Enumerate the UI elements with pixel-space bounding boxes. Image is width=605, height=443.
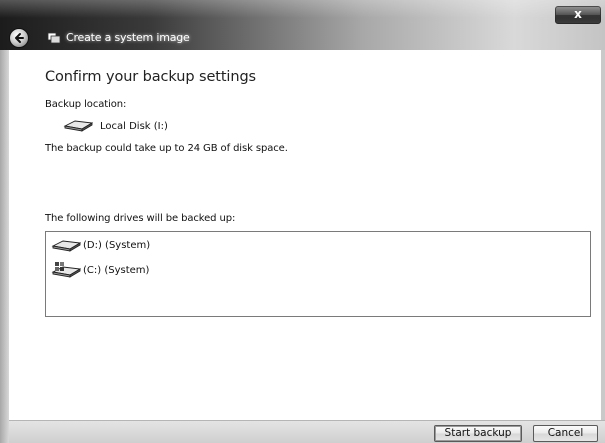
disk-space-note: The backup could take up to 24 GB of dis… [45, 143, 288, 154]
create-system-image-window: Create a system image x Confirm your bac… [0, 0, 605, 443]
hard-drive-icon [63, 120, 93, 132]
content-area: Confirm your backup settings Backup loca… [9, 50, 601, 420]
window-frame-left [0, 50, 9, 443]
button-bar: Start backup Cancel [9, 420, 605, 443]
backup-location-name: Local Disk (I:) [100, 120, 168, 132]
backup-location-label: Backup location: [45, 99, 127, 110]
drives-list-label: The following drives will be backed up: [45, 213, 236, 224]
drives-list: (D:) (System) (C:) (System) [45, 231, 591, 317]
page-heading: Confirm your backup settings [45, 69, 257, 85]
drive-item-c[interactable]: (C:) (System) [51, 261, 149, 279]
backup-window-icon [47, 32, 61, 44]
drive-label: (D:) (System) [83, 239, 151, 251]
windows-drive-icon [51, 262, 81, 278]
drive-label: (C:) (System) [83, 264, 150, 276]
window-frame-right [601, 50, 605, 443]
drive-item-d[interactable]: (D:) (System) [51, 236, 150, 254]
close-button[interactable]: x [555, 6, 601, 24]
start-backup-button[interactable]: Start backup [434, 425, 522, 442]
back-button[interactable] [9, 28, 29, 48]
backup-location-drive: Local Disk (I:) [63, 118, 168, 134]
back-arrow-icon [15, 33, 24, 43]
cancel-button[interactable]: Cancel [533, 425, 598, 442]
title-bar: Create a system image x [0, 0, 605, 50]
hard-drive-icon [51, 240, 81, 252]
window-title: Create a system image [66, 31, 190, 44]
